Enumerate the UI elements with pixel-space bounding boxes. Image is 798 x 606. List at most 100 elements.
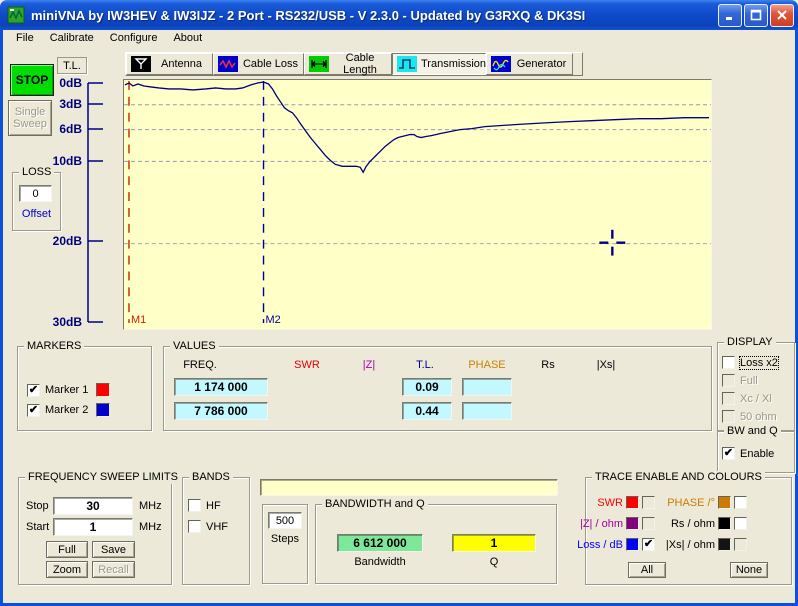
marker1-checkbox[interactable]: ✔: [27, 384, 40, 397]
zoom-button[interactable]: Zoom: [46, 561, 88, 578]
generator-mode-button[interactable]: Generator: [486, 53, 573, 75]
xs-trace-swatch[interactable]: [718, 538, 731, 551]
markers-group: MARKERS ✔ Marker 1 ✔ Marker 2: [17, 346, 152, 431]
marker2-label: Marker 2: [45, 404, 91, 416]
close-icon: [776, 9, 788, 21]
phase-trace-label: PHASE /°: [650, 497, 715, 509]
antenna-mode-button[interactable]: Antenna: [126, 53, 213, 75]
steps-group: 500 Steps: [262, 504, 308, 584]
xs-trace-checkbox[interactable]: [734, 538, 747, 551]
loss-x2-label: Loss x2: [740, 357, 778, 369]
vhf-checkbox[interactable]: [188, 520, 201, 533]
stop-button[interactable]: STOP: [10, 64, 54, 96]
minimize-button[interactable]: [718, 4, 742, 27]
minivna-app-icon: [7, 6, 25, 24]
fifty-ohm-label: 50 ohm: [740, 411, 777, 423]
transmission-mode-button[interactable]: Transmission: [392, 53, 486, 75]
message-bar: [260, 479, 558, 496]
loss-trace-swatch[interactable]: [626, 538, 639, 551]
recall-button[interactable]: Recall: [92, 561, 135, 578]
hf-band-row: HF: [188, 499, 221, 512]
header-freq: FREQ.: [170, 359, 230, 371]
rs-trace-checkbox[interactable]: [734, 517, 747, 530]
loss-offset-label: Offset: [13, 208, 60, 220]
antenna-mode-label: Antenna: [151, 58, 212, 70]
values-group-title: VALUES: [170, 340, 219, 353]
xs-trace-label: |Xs| / ohm: [650, 539, 715, 551]
generator-icon: [491, 56, 511, 72]
cable-length-mode-button[interactable]: Cable Length: [304, 53, 392, 75]
hf-label: HF: [206, 500, 221, 512]
titlebar[interactable]: miniVNA by IW3HEV & IW3IJZ - 2 Port - RS…: [0, 0, 798, 30]
z-trace-label: |Z| / ohm: [565, 518, 623, 530]
vhf-label: VHF: [206, 521, 228, 533]
menubar: File Calibrate Configure About: [3, 30, 795, 47]
svg-text:M2: M2: [266, 314, 281, 326]
maximize-icon: [750, 9, 762, 21]
single-sweep-button[interactable]: Single Sweep: [8, 100, 52, 136]
svg-text:3dB: 3dB: [59, 97, 82, 111]
svg-text:0dB: 0dB: [59, 76, 82, 90]
close-button[interactable]: [770, 4, 794, 27]
z-trace-row: |Z| / ohm: [565, 517, 655, 530]
rs-trace-swatch[interactable]: [718, 517, 731, 530]
save-button[interactable]: Save: [92, 541, 135, 558]
sweep-chart[interactable]: M1M2: [123, 79, 712, 330]
minimize-icon: [724, 9, 736, 21]
q-label: Q: [454, 556, 534, 568]
all-traces-button[interactable]: All: [628, 562, 666, 578]
maximize-button[interactable]: [744, 4, 768, 27]
loss-group-title: LOSS: [19, 166, 54, 179]
sweep-chart-plot: M1M2: [124, 80, 711, 329]
marker2-color-swatch[interactable]: [96, 403, 110, 417]
phase-trace-checkbox[interactable]: [734, 496, 747, 509]
marker2-row: ✔ Marker 2: [27, 403, 110, 417]
xs-trace-row: |Xs| / ohm: [650, 538, 747, 551]
single-sweep-label: Single Sweep: [10, 106, 50, 130]
start-freq-input[interactable]: 1: [53, 518, 133, 536]
display-loss-x2-row: Loss x2: [722, 356, 778, 369]
steps-input[interactable]: 500: [268, 512, 302, 529]
menu-file[interactable]: File: [8, 31, 42, 46]
header-z: |Z|: [339, 359, 399, 371]
stop-freq-label: Stop: [26, 500, 49, 512]
loss-x2-checkbox[interactable]: [722, 356, 735, 369]
marker1-freq-value: 1 174 000: [174, 378, 268, 396]
cable-loss-mode-button[interactable]: Cable Loss: [213, 53, 304, 75]
start-freq-label: Start: [26, 521, 49, 533]
loss-offset-input[interactable]: 0: [19, 185, 52, 202]
axis-mode-label: T.L.: [57, 57, 87, 74]
phase-trace-swatch[interactable]: [718, 496, 731, 509]
hf-checkbox[interactable]: [188, 499, 201, 512]
mode-toolbar: Antenna Cable Loss Cable Length Transmis…: [125, 52, 583, 76]
swr-trace-label: SWR: [565, 497, 623, 509]
bands-group-title: BANDS: [189, 471, 233, 484]
swr-trace-row: SWR: [565, 496, 655, 509]
z-trace-swatch[interactable]: [626, 517, 639, 530]
display-group-title: DISPLAY: [724, 336, 776, 349]
marker1-color-swatch[interactable]: [96, 383, 110, 397]
none-traces-button[interactable]: None: [730, 562, 768, 578]
menu-about[interactable]: About: [165, 31, 210, 46]
svg-text:20dB: 20dB: [53, 234, 83, 248]
cable-length-icon: [309, 56, 329, 72]
bwq-enable-row: ✔ Enable: [722, 447, 774, 460]
cable-length-mode-label: Cable Length: [329, 52, 391, 76]
swr-trace-swatch[interactable]: [626, 496, 639, 509]
xc-xl-checkbox: [722, 392, 735, 405]
marker2-checkbox[interactable]: ✔: [27, 404, 40, 417]
svg-text:30dB: 30dB: [53, 315, 83, 329]
stop-freq-input[interactable]: 30: [53, 497, 133, 515]
full-range-button[interactable]: Full: [46, 541, 88, 558]
cable-loss-mode-label: Cable Loss: [238, 58, 303, 70]
menu-calibrate[interactable]: Calibrate: [42, 31, 102, 46]
header-swr: SWR: [277, 359, 337, 371]
bwq-enable-label: Enable: [740, 448, 774, 460]
header-xs: |Xs|: [576, 359, 636, 371]
bwq-enable-checkbox[interactable]: ✔: [722, 447, 735, 460]
bandwidth-q-title: BANDWIDTH and Q: [322, 498, 428, 511]
steps-label: Steps: [263, 533, 307, 545]
bandwidth-value: 6 612 000: [337, 534, 423, 552]
menu-configure[interactable]: Configure: [102, 31, 166, 46]
xc-xl-label: Xc / Xl: [740, 393, 772, 405]
